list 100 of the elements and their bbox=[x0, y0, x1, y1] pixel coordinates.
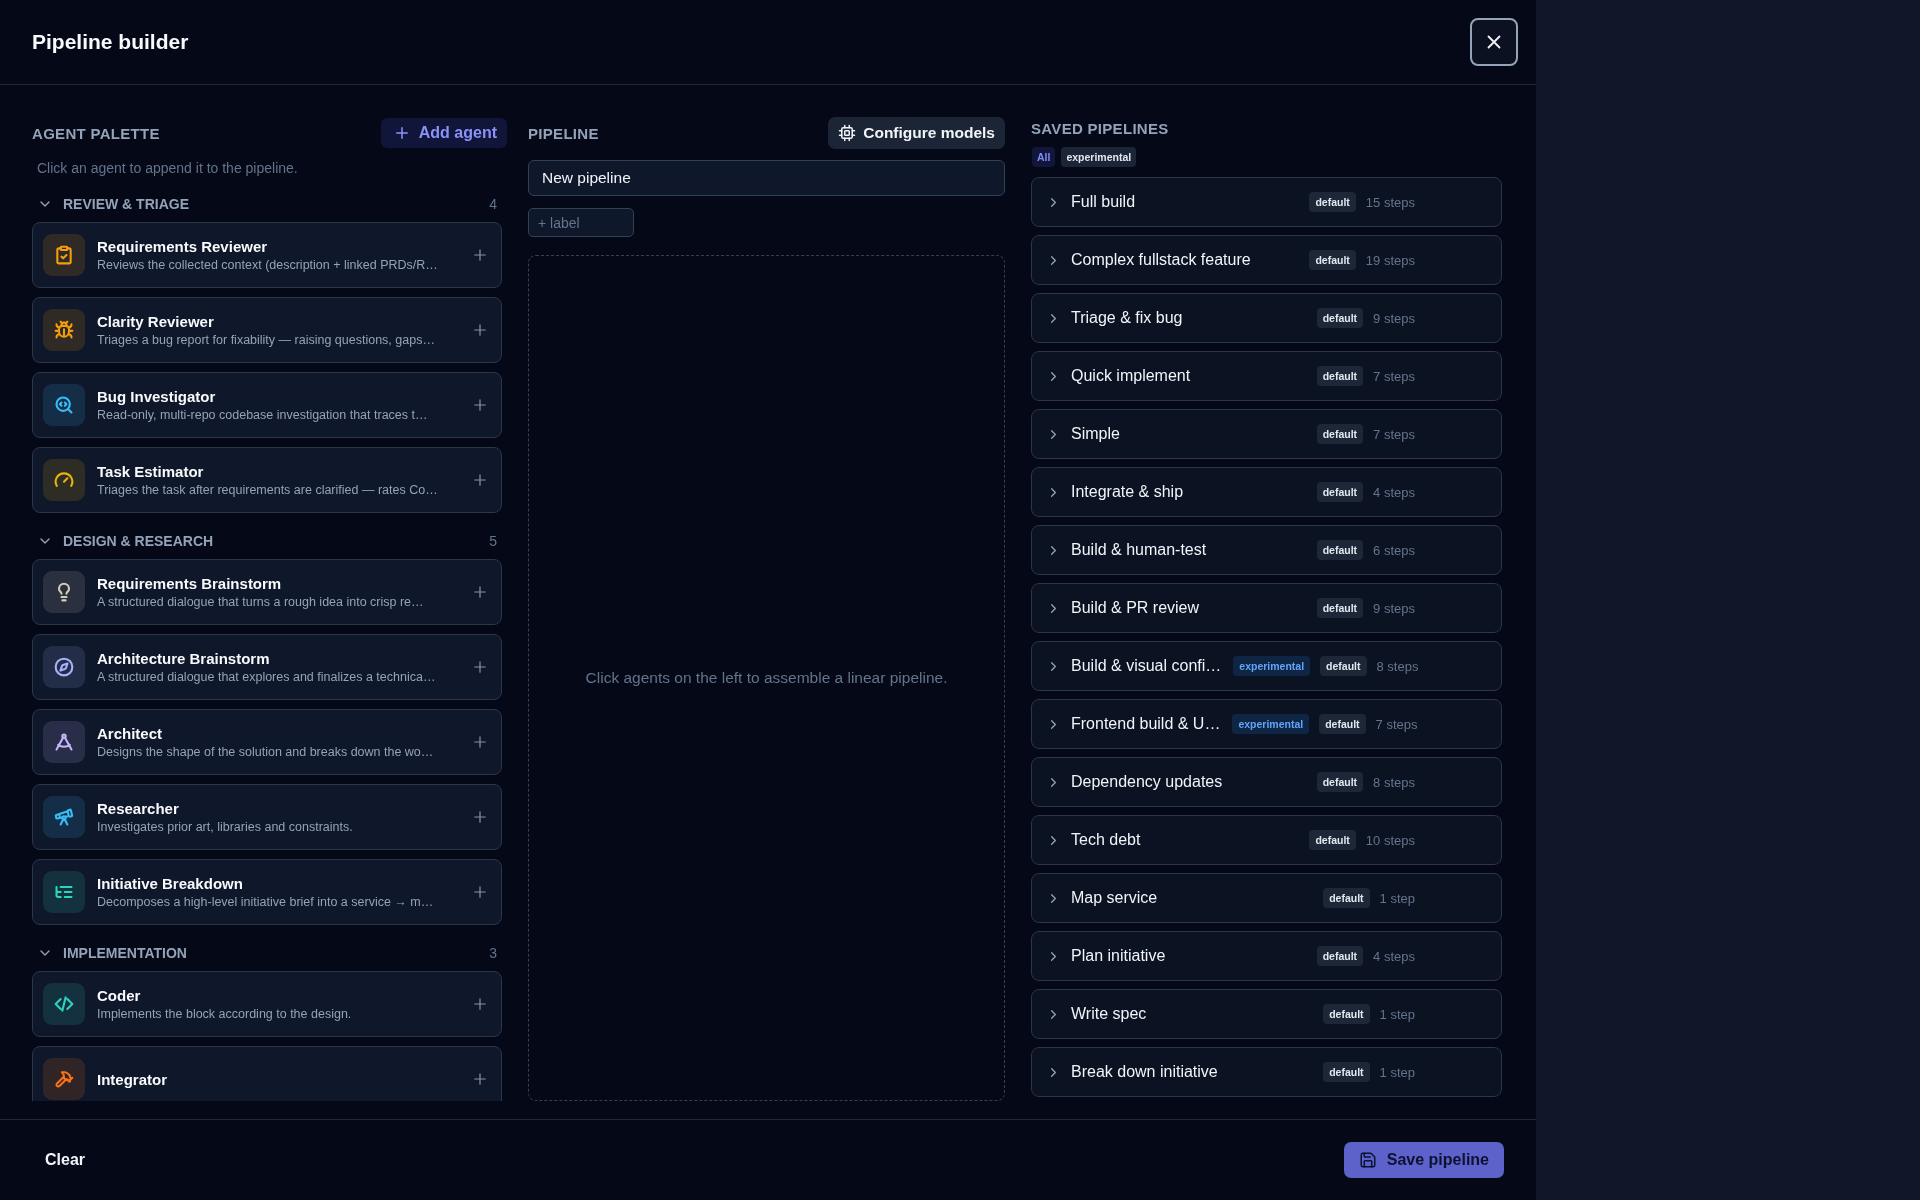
step-count: 8 steps bbox=[1373, 774, 1415, 790]
agent-card[interactable]: Clarity Reviewer Triages a bug report for fixability — raising questions, gaps… bbox=[32, 297, 502, 363]
plus-icon bbox=[471, 808, 489, 826]
add-agent-button[interactable]: Add agent bbox=[380, 118, 507, 148]
empty-state-text: Click agents on the left to assemble a linear pipeline. bbox=[585, 669, 948, 687]
default-badge: default bbox=[1316, 482, 1364, 502]
step-count: 19 steps bbox=[1365, 252, 1415, 268]
agent-card[interactable]: Architect Designs the shape of the solution and breaks down the wo… bbox=[32, 709, 502, 775]
agent-name: Requirements Reviewer bbox=[97, 238, 269, 255]
configure-models-button[interactable]: Configure models bbox=[828, 117, 1005, 149]
pipeline-name: Quick implement bbox=[1071, 367, 1192, 385]
plus-icon bbox=[471, 733, 489, 751]
default-badge: default bbox=[1316, 308, 1364, 328]
pipeline-name: Build & human-test bbox=[1071, 541, 1208, 559]
default-badge: default bbox=[1316, 772, 1364, 792]
agent-name: Coder bbox=[97, 987, 142, 1004]
close-button[interactable] bbox=[1470, 18, 1518, 66]
count-text: 5 bbox=[489, 533, 497, 549]
label-field[interactable]: + label bbox=[528, 208, 634, 237]
agent-name: Clarity Reviewer bbox=[97, 313, 215, 330]
group-header[interactable]: DESIGN & RESEARCH bbox=[37, 533, 214, 549]
default-badge: default bbox=[1309, 192, 1356, 212]
agent-description: Implements the block according to the design. bbox=[97, 1007, 353, 1021]
pipeline-row[interactable]: Build & human-test default 6 steps bbox=[1031, 525, 1502, 575]
agent-name: Task Estimator bbox=[97, 463, 205, 480]
step-count: 10 steps bbox=[1365, 832, 1415, 848]
pipeline-row[interactable]: Triage & fix bug default 9 steps bbox=[1031, 293, 1502, 343]
group-header[interactable]: REVIEW & TRIAGE bbox=[37, 196, 189, 212]
pipeline-name: Full build bbox=[1071, 193, 1137, 211]
tag-badge: experimental bbox=[1233, 656, 1311, 676]
pipeline-row[interactable]: Integrate & ship default 4 steps bbox=[1031, 467, 1502, 517]
pipeline-name: Tech debt bbox=[1071, 831, 1142, 849]
plus-icon bbox=[471, 396, 489, 414]
agent-card[interactable]: Bug Investigator Read-only, multi-repo codebase investigation that traces t… bbox=[32, 372, 502, 438]
agent-card[interactable]: Task Estimator Triages the task after requirements are clarified — rates Co… bbox=[32, 447, 502, 513]
section-heading: AGENT PALETTE bbox=[32, 124, 160, 142]
clear-button[interactable]: Clear bbox=[45, 1151, 86, 1169]
default-badge: default bbox=[1319, 714, 1366, 734]
pipeline-row[interactable]: Plan initiative default 4 steps bbox=[1031, 931, 1502, 981]
step-count: 7 steps bbox=[1373, 368, 1415, 384]
pipeline-name-field[interactable]: New pipeline bbox=[528, 160, 1005, 196]
save-pipeline-button[interactable]: Save pipeline bbox=[1343, 1142, 1504, 1178]
plus-icon bbox=[471, 658, 489, 676]
pipeline-row[interactable]: Break down initiative default 1 step bbox=[1031, 1047, 1502, 1097]
pipeline-row[interactable]: Quick implement default 7 steps bbox=[1031, 351, 1502, 401]
agent-card[interactable]: Initiative Breakdown Decomposes a high-level initiative brief into a service → m… bbox=[32, 859, 502, 925]
default-badge: default bbox=[1316, 598, 1364, 618]
agent-name: Architecture Brainstorm bbox=[97, 650, 271, 667]
plus-icon bbox=[471, 246, 489, 264]
step-count: 7 steps bbox=[1375, 716, 1418, 732]
pipeline-name: Write spec bbox=[1071, 1005, 1148, 1023]
default-badge: default bbox=[1316, 366, 1364, 386]
plus-icon bbox=[471, 883, 489, 901]
pipeline-row[interactable]: Map service default 1 step bbox=[1031, 873, 1502, 923]
pipeline-row[interactable]: Build & visual confi… experimental default 8 steps bbox=[1031, 641, 1502, 691]
plus-icon bbox=[471, 471, 489, 489]
group-header[interactable]: IMPLEMENTATION bbox=[37, 945, 187, 961]
agent-name: Requirements Brainstorm bbox=[97, 575, 283, 592]
pipeline-row[interactable]: Simple default 7 steps bbox=[1031, 409, 1502, 459]
agent-description: Triages the task after requirements are clarified — rates Co… bbox=[97, 483, 439, 497]
agent-card[interactable]: Requirements Reviewer Reviews the collected context (description + linked PRDs/R… bbox=[32, 222, 502, 288]
step-count: 6 steps bbox=[1373, 542, 1415, 558]
agent-card[interactable]: Integrator bbox=[32, 1046, 502, 1101]
plus-icon bbox=[471, 995, 489, 1013]
pipeline-name: Simple bbox=[1071, 425, 1121, 443]
agent-name: Architect bbox=[97, 725, 164, 742]
pipeline-row[interactable]: Dependency updates default 8 steps bbox=[1031, 757, 1502, 807]
default-badge: default bbox=[1323, 1004, 1370, 1024]
default-badge: default bbox=[1323, 888, 1370, 908]
pipeline-row[interactable]: Tech debt default 10 steps bbox=[1031, 815, 1502, 865]
count-text: 4 bbox=[489, 196, 497, 212]
step-count: 1 step bbox=[1379, 890, 1415, 906]
window-title: Pipeline builder bbox=[32, 30, 189, 54]
agent-description: A structured dialogue that explores and finalizes a technica… bbox=[97, 670, 437, 684]
filter-chip[interactable]: experimental bbox=[1061, 147, 1137, 167]
step-count: 4 steps bbox=[1373, 948, 1415, 964]
agent-card[interactable]: Requirements Brainstorm A structured dialogue that turns a rough idea into crisp re… bbox=[32, 559, 502, 625]
pipeline-row[interactable]: Full build default 15 steps bbox=[1031, 177, 1502, 227]
count-text: 3 bbox=[489, 945, 497, 961]
agent-card[interactable]: Architecture Brainstorm A structured dialogue that explores and finalizes a technica… bbox=[32, 634, 502, 700]
pipeline-row[interactable]: Build & PR review default 9 steps bbox=[1031, 583, 1502, 633]
pipeline-row[interactable]: Frontend build & U… experimental default 7 steps bbox=[1031, 699, 1502, 749]
default-badge: default bbox=[1320, 656, 1367, 676]
step-count: 7 steps bbox=[1373, 426, 1415, 442]
agent-card[interactable]: Researcher Investigates prior art, libraries and constraints. bbox=[32, 784, 502, 850]
section-heading: SAVED PIPELINES bbox=[1031, 120, 1170, 137]
filter-chip[interactable]: All bbox=[1032, 147, 1056, 167]
agent-description: Reviews the collected context (description + linked PRDs/R… bbox=[97, 258, 439, 272]
agent-name: Bug Investigator bbox=[97, 388, 217, 405]
pipeline-name: Build & visual confi… bbox=[1071, 657, 1222, 675]
agent-description: Designs the shape of the solution and breaks down the wo… bbox=[97, 745, 435, 759]
default-badge: default bbox=[1316, 946, 1364, 966]
agent-description: A structured dialogue that turns a rough idea into crisp re… bbox=[97, 595, 425, 609]
agent-description: Triages a bug report for fixability — raising questions, gaps… bbox=[97, 333, 436, 347]
default-badge: default bbox=[1323, 1062, 1370, 1082]
pipeline-row[interactable]: Complex fullstack feature default 19 steps bbox=[1031, 235, 1502, 285]
agent-card[interactable]: Coder Implements the block according to the design. bbox=[32, 971, 502, 1037]
pipeline-name: Map service bbox=[1071, 889, 1159, 907]
section-heading: PIPELINE bbox=[528, 124, 599, 142]
pipeline-row[interactable]: Write spec default 1 step bbox=[1031, 989, 1502, 1039]
